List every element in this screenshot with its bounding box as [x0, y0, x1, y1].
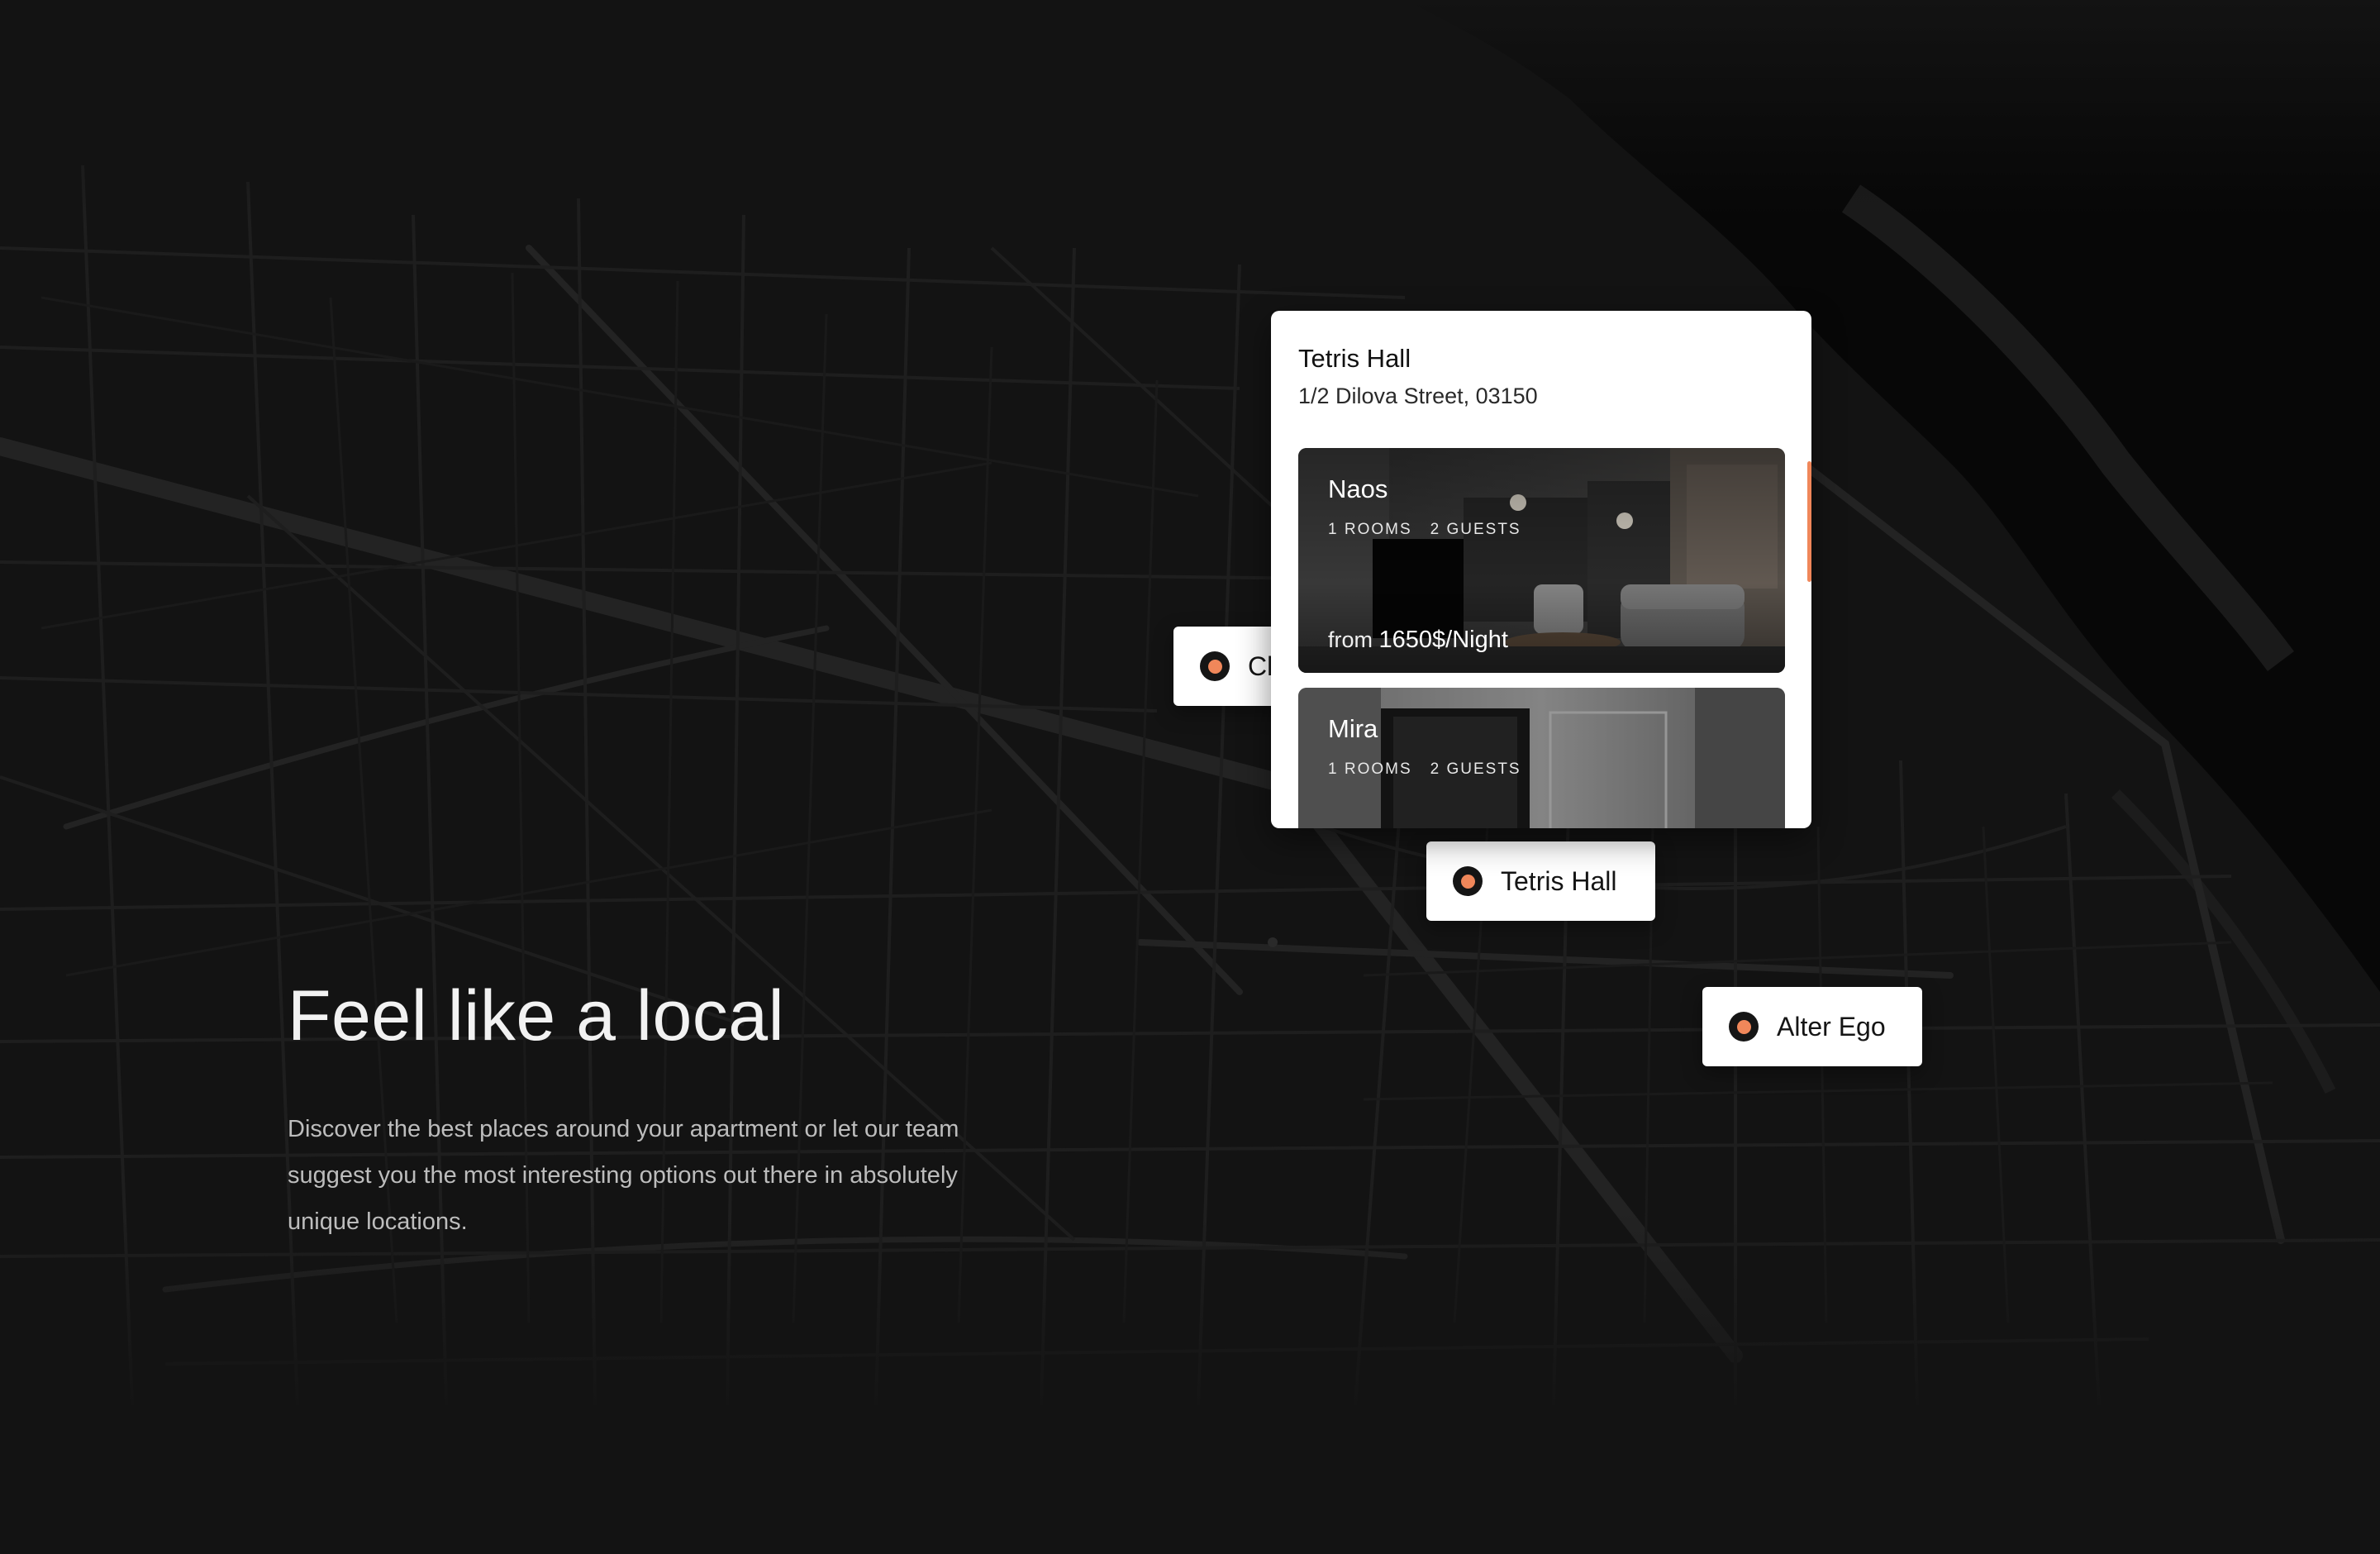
map-marker-label: Tetris Hall	[1501, 865, 1617, 896]
page: Feel like a local Discover the best plac…	[0, 0, 2380, 1554]
popup-title: Tetris Hall	[1298, 344, 1411, 373]
room-meta: 1 ROOMS 2 GUESTS	[1328, 760, 1521, 779]
popup-scrollbar[interactable]	[1807, 461, 1811, 582]
room-count: 1 ROOMS	[1328, 521, 1412, 538]
room-photo	[1298, 688, 1785, 828]
map-marker-alter-ego[interactable]: Alter Ego	[1702, 987, 1922, 1066]
room-meta: 1 ROOMS 2 GUESTS	[1328, 521, 1521, 539]
city-map[interactable]	[0, 0, 2380, 1554]
hero-title: Feel like a local	[288, 976, 785, 1056]
guest-count: 2 GUESTS	[1430, 521, 1521, 538]
map-pin-dot-icon	[1453, 866, 1483, 896]
room-card-naos[interactable]: Naos 1 ROOMS 2 GUESTS from 1650$/Night	[1298, 448, 1785, 673]
map-pin-dot-icon	[1729, 1012, 1759, 1042]
popup-address: 1/2 Dilova Street, 03150	[1298, 384, 1538, 408]
map-pin-dot-icon	[1200, 651, 1230, 681]
map-marker-tetris-hall[interactable]: Tetris Hall	[1426, 841, 1655, 921]
room-price: from 1650$/Night	[1328, 627, 1508, 654]
price-amount: 1650$/Night	[1378, 627, 1508, 653]
guest-count: 2 GUESTS	[1430, 760, 1521, 778]
map-marker-label: Alter Ego	[1777, 1011, 1886, 1042]
room-count: 1 ROOMS	[1328, 760, 1412, 778]
room-name: Naos	[1328, 474, 1388, 503]
room-card-mira[interactable]: Mira 1 ROOMS 2 GUESTS	[1298, 688, 1785, 828]
room-name: Mira	[1328, 714, 1378, 743]
map-marker-label: Cl	[1248, 651, 1273, 681]
hero-description: Discover the best places around your apa…	[288, 1116, 959, 1235]
price-prefix: from	[1328, 627, 1373, 652]
location-popup[interactable]: Tetris Hall 1/2 Dilova Street, 03150 Nao…	[1271, 311, 1811, 828]
